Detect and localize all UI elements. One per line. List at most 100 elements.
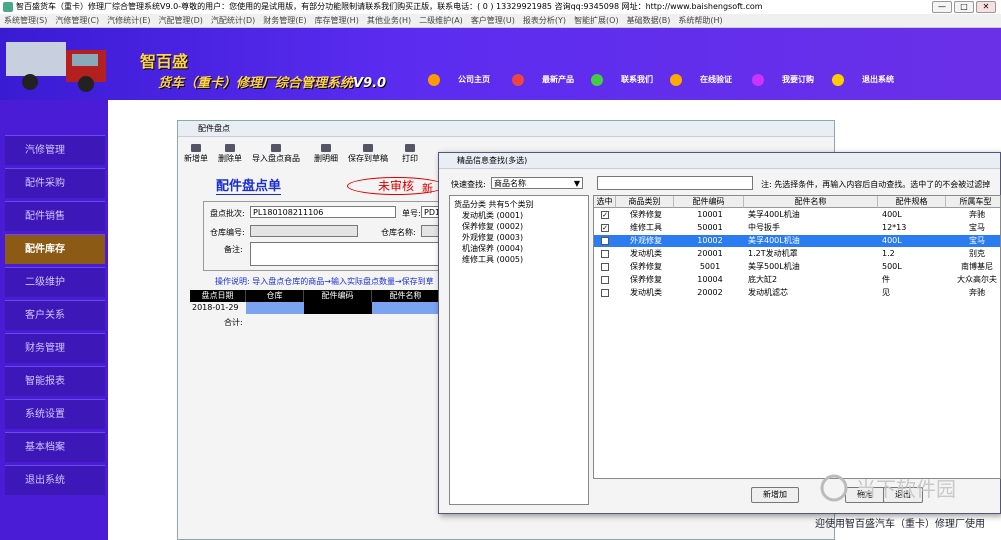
menu-item-12[interactable]: 基础数据(B)	[627, 16, 671, 25]
row-checkbox[interactable]	[601, 289, 609, 297]
row-date[interactable]: 2018-01-29	[190, 302, 246, 314]
row-checkbox[interactable]	[601, 250, 609, 258]
tree-node-1[interactable]: 保养修复 (0002)	[462, 221, 523, 232]
cell-model: 宝马	[969, 223, 985, 232]
menu-item-7[interactable]: 其他业务(H)	[367, 16, 411, 25]
batch-field[interactable]: PL180108211106	[250, 206, 396, 218]
inventory-grid: 盘点日期 仓库 配件编码 配件名称 2018-01-29 合计:	[190, 290, 440, 470]
close-button[interactable]: ✕	[976, 1, 996, 13]
toolbar-button-4[interactable]: 保存到草稿	[348, 141, 388, 169]
sidebar-item-3[interactable]: 配件库存	[5, 234, 105, 264]
row-checkbox[interactable]: ✓	[601, 237, 609, 245]
menu-item-6[interactable]: 库存管理(H)	[315, 16, 359, 25]
sidebar-item-4[interactable]: 二级维护	[5, 267, 105, 297]
cell-code: 20002	[697, 288, 723, 297]
doc-title: 配件盘点单	[216, 175, 282, 195]
table-row[interactable]: ✓ 保养修复 10001 美孚400L机油 400L 奔驰	[594, 209, 1000, 221]
sidebar-item-1[interactable]: 配件采购	[5, 168, 105, 198]
menu-item-4[interactable]: 汽配统计(D)	[211, 16, 255, 25]
menu-item-0[interactable]: 系统管理(S)	[4, 16, 47, 25]
total-label: 合计:	[224, 318, 243, 327]
system-version: V9.0	[353, 76, 387, 91]
add-new-button[interactable]: 新增加	[751, 487, 799, 503]
toolbar-button-3[interactable]: 删明细	[314, 141, 338, 169]
col-warehouse: 仓库	[246, 290, 304, 302]
banner-link-3[interactable]: 在线验证	[700, 74, 732, 85]
warehouse-name-label: 仓库名称:	[381, 228, 416, 237]
menu-item-10[interactable]: 报表分析(Y)	[523, 16, 566, 25]
menu-item-1[interactable]: 汽修管理(C)	[55, 16, 99, 25]
cell-spec: 见	[882, 288, 890, 297]
banner-link-4[interactable]: 我要订购	[782, 74, 814, 85]
sidebar-item-6[interactable]: 财务管理	[5, 333, 105, 363]
banner-link-5[interactable]: 退出系统	[862, 74, 894, 85]
toolbar-icon-3	[321, 144, 331, 152]
table-row[interactable]: 保养修复 10004 底大缸2 件 大众高尔夫	[594, 274, 1000, 286]
menu-item-13[interactable]: 系统帮助(H)	[678, 16, 722, 25]
banner-link-icon-3[interactable]	[670, 74, 682, 86]
banner-link-icon-4[interactable]	[752, 74, 764, 86]
quick-search-label: 快速查找:	[451, 180, 486, 189]
banner-link-icon-5[interactable]	[832, 74, 844, 86]
toolbar-icon-1	[225, 144, 235, 152]
toolbar-button-5[interactable]: 打印	[402, 141, 418, 169]
table-row[interactable]: 保养修复 5001 美孚500L机油 500L 南博基尼	[594, 261, 1000, 273]
banner-link-1[interactable]: 最新产品	[542, 74, 574, 85]
brand-logo: 智百盛	[140, 52, 189, 71]
grid-col-0: 选中	[594, 196, 616, 208]
tree-node-4[interactable]: 维修工具 (0005)	[462, 254, 523, 265]
sidebar-item-9[interactable]: 基本档案	[5, 432, 105, 462]
banner-link-0[interactable]: 公司主页	[458, 74, 490, 85]
cell-cat: 保养修复	[630, 275, 662, 284]
banner-link-icon-1[interactable]	[512, 74, 524, 86]
banner-link-icon-0[interactable]	[428, 74, 440, 86]
col-date: 盘点日期	[190, 290, 246, 302]
search-field-select[interactable]: 商品名称 ▼	[491, 177, 583, 189]
menu-item-11[interactable]: 智能扩展(O)	[574, 16, 619, 25]
table-row[interactable]: 发动机类 20002 发动机滤芯 见 奔驰	[594, 287, 1000, 299]
banner-link-2[interactable]: 联系我们	[621, 74, 653, 85]
toolbar-button-1[interactable]: 删除单	[218, 141, 242, 169]
tree-node-3[interactable]: 机油保养 (0004)	[462, 243, 523, 254]
inventory-window-title: 配件盘点	[178, 121, 834, 137]
grid-col-2: 配件编码	[674, 196, 744, 208]
table-row[interactable]: ✓ 外观修复 10002 美孚400L机油 400L 宝马	[594, 235, 1000, 247]
toolbar-button-2[interactable]: 导入盘点商品	[252, 141, 300, 169]
warehouse-code-field[interactable]	[250, 225, 358, 237]
row-part-code-cell[interactable]	[304, 302, 372, 314]
table-row[interactable]: 发动机类 20001 1.2T发动机罩 1.2 别克	[594, 248, 1000, 260]
menu-item-3[interactable]: 汽配管理(D)	[158, 16, 202, 25]
grid-col-4: 配件规格	[878, 196, 946, 208]
sidebar-item-10[interactable]: 退出系统	[5, 465, 105, 495]
cell-spec: 件	[882, 275, 890, 284]
banner-link-icon-2[interactable]	[591, 74, 603, 86]
system-title-main: 货车（重卡）修理厂综合管理系统	[158, 76, 354, 91]
menu-item-5[interactable]: 财务管理(E)	[263, 16, 306, 25]
cell-spec: 500L	[882, 262, 902, 271]
remark-label: 备注:	[224, 245, 243, 254]
sidebar-item-0[interactable]: 汽修管理	[5, 135, 105, 165]
sidebar-item-2[interactable]: 配件销售	[5, 201, 105, 231]
sidebar-item-5[interactable]: 客户关系	[5, 300, 105, 330]
menu-item-8[interactable]: 二级维护(A)	[419, 16, 463, 25]
row-warehouse-cell[interactable]	[246, 302, 304, 314]
row-checkbox[interactable]: ✓	[601, 211, 609, 219]
app-icon	[3, 2, 13, 12]
table-row[interactable]: ✓ 维修工具 50001 中号扳手 12*13 宝马	[594, 222, 1000, 234]
menu-item-9[interactable]: 客户管理(U)	[471, 16, 515, 25]
maximize-button[interactable]: □	[954, 1, 974, 13]
tree-root[interactable]: 货品分类 共有5个类别	[454, 199, 534, 210]
row-part-name-cell[interactable]	[372, 302, 440, 314]
row-checkbox[interactable]: ✓	[601, 224, 609, 232]
minimize-button[interactable]: —	[932, 1, 952, 13]
search-input[interactable]	[597, 176, 753, 190]
sidebar-item-7[interactable]: 智能报表	[5, 366, 105, 396]
row-checkbox[interactable]	[601, 263, 609, 271]
tree-node-2[interactable]: 外观修复 (0003)	[462, 232, 523, 243]
sidebar-item-8[interactable]: 系统设置	[5, 399, 105, 429]
cell-cat: 发动机类	[630, 288, 662, 297]
tree-node-0[interactable]: 发动机类 (0001)	[462, 210, 523, 221]
row-checkbox[interactable]	[601, 276, 609, 284]
toolbar-button-0[interactable]: 新增单	[184, 141, 208, 169]
menu-item-2[interactable]: 汽修统计(E)	[107, 16, 150, 25]
